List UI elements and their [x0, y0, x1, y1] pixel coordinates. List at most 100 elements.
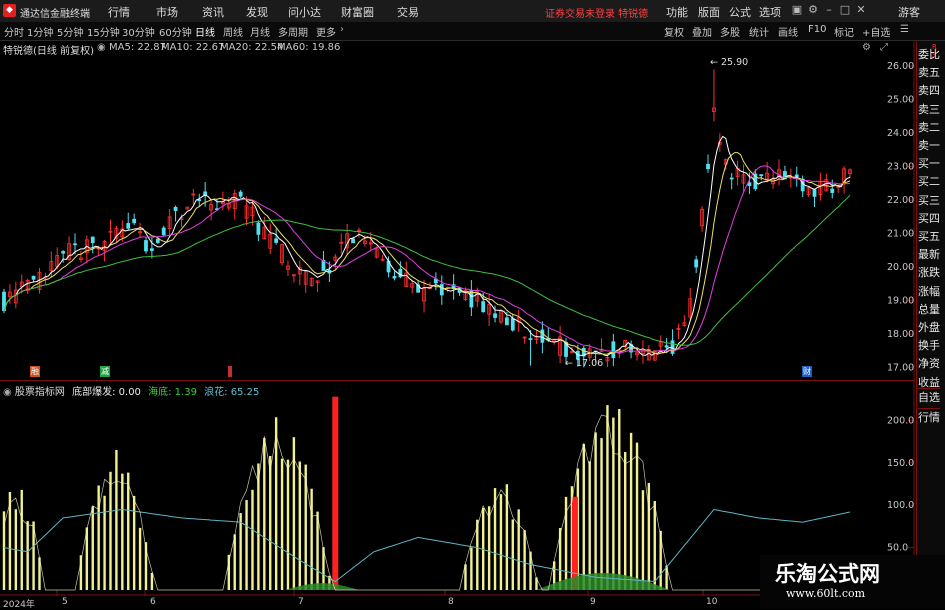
right-panel-item[interactable]: 卖二 — [918, 119, 940, 135]
candle-body — [670, 340, 675, 354]
sub-value-wave: 浪花: 65.25 — [204, 387, 260, 398]
candle-body — [481, 301, 486, 313]
candle-body — [504, 317, 509, 326]
candle-body — [540, 329, 545, 343]
candle-body — [812, 189, 817, 197]
candle-body — [73, 243, 77, 246]
candle-body — [392, 276, 397, 279]
indicator-bar — [121, 473, 124, 590]
candle-body — [706, 163, 710, 170]
price-tick-label: 21.00 — [887, 229, 914, 240]
indicator-bar — [499, 494, 503, 590]
right-panel-item[interactable]: 涨幅 — [918, 283, 940, 299]
indicator-bar — [487, 506, 491, 590]
sub-tick-label: 200.0 — [887, 415, 914, 426]
candle-body — [144, 240, 148, 252]
right-panel-item[interactable]: 卖一 — [918, 137, 940, 153]
right-panel-item[interactable]: 买三 — [918, 192, 940, 208]
indicator-bar — [274, 417, 278, 590]
indicator-bar — [635, 442, 639, 590]
candle-body — [759, 174, 764, 177]
price-tick-label: 25.00 — [887, 95, 914, 106]
indicator-bar — [20, 489, 23, 590]
ma5-line — [3, 135, 851, 357]
wave-line — [3, 508, 851, 583]
sub-settings-icon[interactable]: ◉ — [3, 387, 12, 398]
indicator-bar — [582, 443, 585, 590]
right-panel-item[interactable]: 净资 — [918, 355, 940, 371]
marker-margin[interactable]: 融 — [30, 366, 40, 377]
high-price-label: ← 25.90 — [710, 57, 749, 68]
candle-body — [61, 251, 66, 254]
indicator-bar — [103, 495, 106, 590]
date-label-year: 2024年 — [3, 600, 35, 610]
date-label-5: 5 — [62, 597, 68, 607]
right-panel-item[interactable]: 卖三 — [918, 101, 940, 117]
right-panel-item[interactable]: 买二 — [918, 173, 940, 189]
date-label-7: 7 — [298, 597, 304, 607]
indicator-bar — [493, 488, 497, 590]
date-label-9: 9 — [590, 597, 596, 607]
price-tick-label: 24.00 — [887, 128, 914, 139]
indicator-bar — [641, 490, 645, 590]
candle-body — [238, 191, 243, 197]
candle-body — [150, 248, 154, 251]
indicator-bar — [26, 521, 29, 590]
right-panel-item[interactable]: 卖四 — [918, 82, 940, 98]
date-label-6: 6 — [150, 597, 156, 607]
marker-finance[interactable]: 财 — [802, 366, 812, 377]
candle-body — [439, 284, 444, 296]
indicator-bar — [115, 449, 118, 590]
ma60-line — [3, 194, 851, 346]
indicator-bar — [629, 432, 633, 590]
indicator-bar — [523, 530, 526, 590]
right-panel-item[interactable]: 自选 — [918, 388, 940, 405]
burst-bar — [332, 396, 339, 590]
candle-body — [510, 318, 515, 331]
marker-reduce[interactable]: 减 — [100, 366, 110, 377]
indicator-bar — [138, 527, 142, 590]
candle-body — [800, 178, 805, 192]
indicator-bar — [85, 527, 89, 590]
sub-value-burst: 底部爆发: 0.00 — [72, 387, 141, 398]
right-panel-item[interactable]: 委比 — [918, 46, 940, 62]
marker-event-icon[interactable] — [228, 366, 232, 377]
sub-tick-label: 50.0 — [887, 543, 908, 554]
low-price-label: ← 17.06 — [565, 358, 604, 369]
price-tick-label: 22.00 — [887, 195, 914, 206]
candle-body — [90, 236, 95, 244]
candle-body — [161, 227, 166, 236]
sub-indicator-name[interactable]: 股票指标网 — [15, 387, 65, 398]
indicator-bar — [280, 458, 284, 590]
indicator-bar — [286, 459, 290, 590]
candle-body — [747, 182, 752, 187]
price-tick-label: 23.00 — [887, 162, 914, 173]
right-panel-item[interactable]: 买一 — [918, 155, 940, 171]
candle-body — [31, 275, 36, 280]
right-panel-item[interactable]: 外盘 — [918, 319, 940, 335]
right-panel-item[interactable]: 行情 — [918, 408, 940, 425]
seabed-area — [4, 573, 850, 590]
right-panel-item[interactable]: 最新 — [918, 246, 940, 262]
right-panel-item[interactable]: 买四 — [918, 210, 940, 226]
right-panel-item[interactable]: 换手 — [918, 337, 940, 353]
candle-body — [155, 238, 160, 243]
indicator-bar — [251, 489, 254, 590]
sub-tick-label: 150.0 — [887, 458, 914, 469]
candle-body — [126, 223, 131, 229]
indicator-bar — [150, 572, 154, 590]
right-panel-item[interactable]: 总量 — [918, 301, 940, 317]
indicator-bar — [476, 519, 479, 590]
candle-body — [398, 268, 403, 278]
right-panel-item[interactable]: 涨跌 — [918, 264, 940, 280]
indicator-bar — [653, 501, 656, 590]
candle-body — [694, 259, 699, 268]
right-panel-item[interactable]: 卖五 — [918, 64, 940, 80]
indicator-bar — [623, 452, 627, 590]
candle-body — [274, 238, 279, 243]
indicator-bar — [127, 472, 130, 590]
candle-body — [351, 238, 355, 244]
watermark-url: www.60lt.com — [786, 587, 866, 600]
right-panel-item[interactable]: 买五 — [918, 228, 940, 244]
kline-chart[interactable]: 26.00 25.00 24.00 23.00 22.00 21.00 20.00 19.00… — [0, 0, 945, 609]
